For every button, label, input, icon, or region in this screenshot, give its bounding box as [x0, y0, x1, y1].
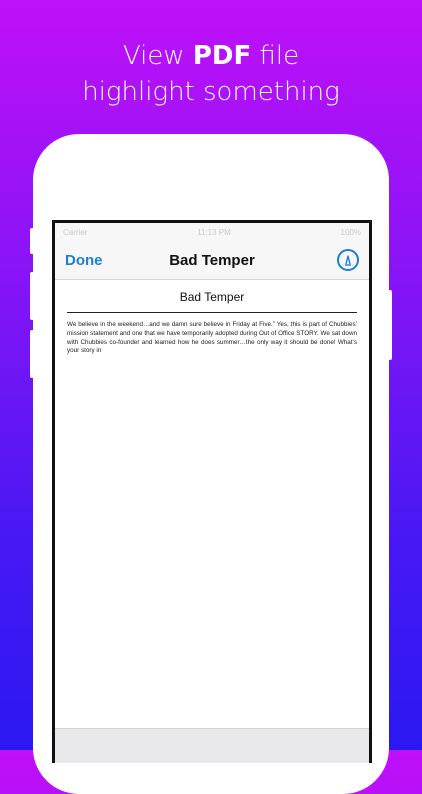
headline-bold: PDF — [192, 41, 252, 71]
headline-suffix: file — [251, 41, 300, 71]
promo-headline: View PDF file highlight something — [0, 38, 422, 110]
highlighter-glyph — [345, 255, 351, 266]
battery-label: 100% — [340, 227, 361, 237]
navigation-bar: Done Bad Temper — [55, 241, 369, 280]
document-title: Bad Temper — [179, 290, 245, 304]
title-divider — [67, 312, 357, 313]
carrier-label: Carrier — [63, 227, 88, 237]
headline-prefix: View — [122, 41, 193, 71]
status-bar: Carrier 11:13 PM 100% — [55, 223, 369, 241]
done-button[interactable]: Done — [65, 252, 103, 269]
document-body[interactable]: We believe in the weekend…and we damn su… — [67, 321, 357, 356]
phone-screen: Carrier 11:13 PM 100% Done Bad Temper Ba… — [52, 220, 372, 763]
highlighter-icon[interactable] — [337, 249, 359, 271]
status-time: 11:13 PM — [197, 227, 231, 237]
bottom-toolbar — [55, 728, 369, 763]
pdf-page[interactable]: Bad Temper We believe in the weekend…and… — [55, 280, 369, 356]
headline-line-1: View PDF file — [0, 38, 422, 74]
headline-line-2: highlight something — [82, 77, 340, 107]
